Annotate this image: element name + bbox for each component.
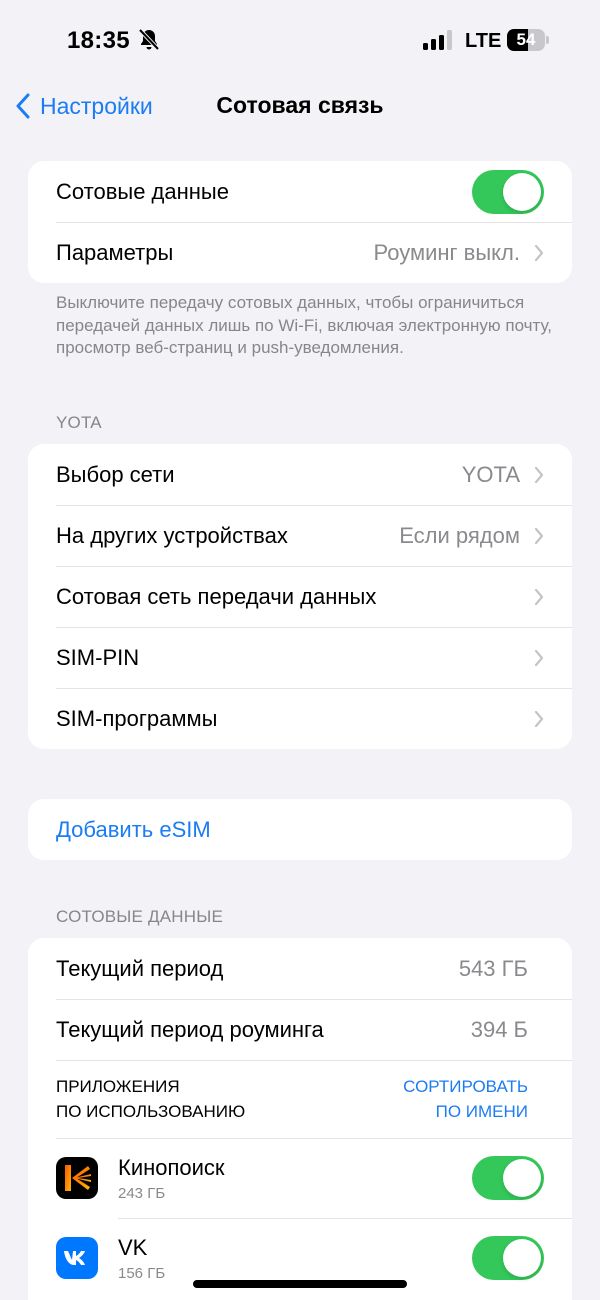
app-info: Кинопоиск 243 ГБ <box>118 1155 472 1202</box>
toggle-knob <box>503 172 541 211</box>
chevron-right-icon <box>534 710 544 727</box>
current-period-row: Текущий период 543 ГБ <box>28 938 572 999</box>
roaming-period-label: Текущий период роуминга <box>56 1016 324 1042</box>
add-esim-label: Добавить eSIM <box>56 816 211 842</box>
add-esim-group: Добавить eSIM <box>28 799 572 860</box>
cellular-data-toggle[interactable] <box>472 169 544 214</box>
status-time: 18:35 <box>67 27 130 54</box>
cellular-data-row: Сотовые данные <box>28 161 572 222</box>
apps-section-title: ПРИЛОЖЕНИЯ ПО ИСПОЛЬЗОВАНИЮ <box>56 1074 403 1124</box>
kinopoisk-toggle[interactable] <box>472 1156 544 1200</box>
add-esim-button[interactable]: Добавить eSIM <box>28 799 572 860</box>
row-label: На других устройствах <box>56 522 288 548</box>
chevron-right-icon <box>534 527 544 544</box>
sim-pin-row[interactable]: SIM-PIN <box>28 627 572 688</box>
row-label: SIM-программы <box>56 705 218 731</box>
page-title: Сотовая связь <box>216 92 384 118</box>
kinopoisk-icon <box>56 1157 98 1199</box>
toggle-knob <box>503 1239 541 1277</box>
navigation-bar: Настройки Сотовая связь <box>0 80 600 132</box>
apps-title-line1: ПРИЛОЖЕНИЯ <box>56 1077 180 1096</box>
sort-by-name-button[interactable]: СОРТИРОВАТЬ ПО ИМЕНИ <box>403 1074 528 1124</box>
parameters-label: Параметры <box>56 239 174 265</box>
row-value: Если рядом <box>399 522 520 548</box>
current-period-value: 543 ГБ <box>458 955 528 981</box>
row-label: Сотовая сеть передачи данных <box>56 583 377 609</box>
row-label: Выбор сети <box>56 461 175 487</box>
apps-title-line2: ПО ИСПОЛЬЗОВАНИЮ <box>56 1102 246 1121</box>
parameters-row[interactable]: Параметры Роуминг выкл. <box>28 222 572 283</box>
vk-toggle[interactable] <box>472 1236 544 1280</box>
cellular-data-group: Сотовые данные Параметры Роуминг выкл. <box>28 161 572 283</box>
other-devices-row[interactable]: На других устройствах Если рядом <box>28 505 572 566</box>
chevron-right-icon <box>534 649 544 666</box>
app-size: 156 ГБ <box>118 1264 166 1282</box>
usage-section-header: СОТОВЫЕ ДАННЫЕ <box>56 907 224 926</box>
chevron-right-icon <box>534 466 544 483</box>
chevron-right-icon <box>534 244 544 261</box>
sort-line2: ПО ИМЕНИ <box>435 1102 528 1121</box>
app-name: VK <box>118 1234 148 1260</box>
network-selection-row[interactable]: Выбор сети YOTA <box>28 444 572 505</box>
vk-icon <box>56 1237 98 1279</box>
sim-apps-row[interactable]: SIM-программы <box>28 688 572 749</box>
status-bar: 18:35 LTE 54 <box>0 0 600 80</box>
usage-group: Текущий период 543 ГБ Текущий период роу… <box>28 938 572 1300</box>
cellular-data-label: Сотовые данные <box>56 178 229 204</box>
battery-tip <box>546 36 549 44</box>
row-label: SIM-PIN <box>56 644 140 670</box>
roaming-period-row: Текущий период роуминга 394 Б <box>28 999 572 1060</box>
cellular-data-network-row[interactable]: Сотовая сеть передачи данных <box>28 566 572 627</box>
carrier-section-header: YOTA <box>56 413 102 432</box>
bell-slash-icon <box>138 28 160 51</box>
app-size: 243 ГБ <box>118 1184 166 1202</box>
app-row-kinopoisk: Кинопоиск 243 ГБ <box>28 1138 572 1218</box>
sort-line1: СОРТИРОВАТЬ <box>403 1077 528 1096</box>
row-value: YOTA <box>461 461 520 487</box>
network-type: LTE <box>465 30 502 52</box>
toggle-knob <box>503 1159 541 1197</box>
roaming-period-value: 394 Б <box>470 1016 528 1042</box>
battery-percent: 54 <box>516 30 536 49</box>
chevron-right-icon <box>534 588 544 605</box>
apps-header-row: ПРИЛОЖЕНИЯ ПО ИСПОЛЬЗОВАНИЮ СОРТИРОВАТЬ … <box>28 1060 572 1138</box>
parameters-value: Роуминг выкл. <box>373 239 520 265</box>
app-name: Кинопоиск <box>118 1154 225 1180</box>
battery-icon: 54 <box>507 29 545 51</box>
app-info: VK 156 ГБ <box>118 1235 472 1282</box>
carrier-group: Выбор сети YOTA На других устройствах Ес… <box>28 444 572 749</box>
cellular-data-footnote: Выключите передачу сотовых данных, чтобы… <box>56 293 553 357</box>
current-period-label: Текущий период <box>56 955 224 981</box>
home-indicator[interactable] <box>193 1280 407 1288</box>
